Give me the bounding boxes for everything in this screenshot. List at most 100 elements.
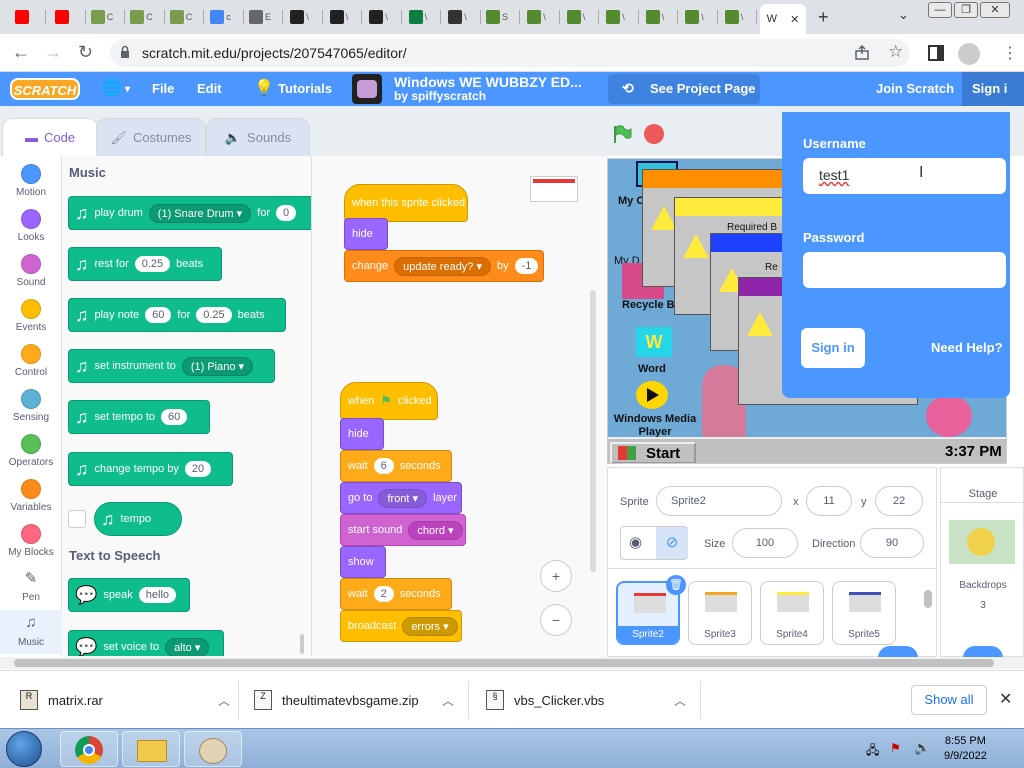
- tab-costumes[interactable]: 🖌 Costumes: [96, 118, 206, 156]
- zoom-out-button[interactable]: −: [540, 604, 572, 636]
- zoom-in-button[interactable]: +: [540, 560, 572, 592]
- broadcast-block[interactable]: broadcast errors ▾: [340, 610, 462, 642]
- category-motion[interactable]: Motion: [0, 164, 62, 198]
- browser-tab[interactable]: \: [445, 6, 471, 28]
- browser-tab[interactable]: E: [247, 6, 273, 28]
- voice-dropdown[interactable]: alto ▾: [165, 637, 210, 656]
- wait-block-2[interactable]: wait 2 seconds: [340, 578, 452, 610]
- show-block[interactable]: show: [340, 546, 386, 578]
- set-instrument-block[interactable]: ♫ set instrument to (1) Piano ▾: [68, 349, 275, 383]
- wait-input[interactable]: 2: [373, 586, 394, 602]
- sound-dropdown[interactable]: chord ▾: [408, 520, 463, 540]
- stop-button[interactable]: [644, 124, 664, 144]
- scratch-logo[interactable]: SCRATCH: [10, 78, 80, 100]
- author-avatar[interactable]: [352, 74, 382, 104]
- address-bar[interactable]: scratch.mit.edu/projects/207547065/edito…: [110, 39, 910, 67]
- category-events[interactable]: Events: [0, 299, 62, 333]
- browser-tab[interactable]: \: [405, 6, 431, 28]
- change-tempo-input[interactable]: 20: [184, 461, 212, 477]
- tempo-checkbox[interactable]: [68, 510, 86, 528]
- change-variable-block[interactable]: change update ready? ▾ by -1: [344, 250, 544, 282]
- green-flag-button[interactable]: [612, 124, 632, 144]
- layer-dropdown[interactable]: front ▾: [378, 488, 428, 508]
- menu-icon[interactable]: ⋮: [1002, 43, 1018, 63]
- browser-tab[interactable]: C: [129, 6, 155, 28]
- hide-block-2[interactable]: hide: [340, 418, 384, 450]
- set-tempo-block[interactable]: ♫ set tempo to 60: [68, 400, 210, 434]
- category-my-blocks[interactable]: My Blocks: [0, 524, 62, 558]
- browser-tab[interactable]: \: [682, 6, 708, 28]
- new-tab-button[interactable]: +: [818, 7, 829, 28]
- browser-tab[interactable]: \: [642, 6, 668, 28]
- tab-search-button[interactable]: ⌄: [898, 7, 909, 23]
- script-scrollbar[interactable]: [590, 290, 596, 572]
- beats-input[interactable]: 0: [276, 205, 297, 221]
- script-area[interactable]: when this sprite clicked hide change upd…: [312, 156, 610, 656]
- category-looks[interactable]: Looks: [0, 209, 62, 243]
- windows-start-button[interactable]: [6, 731, 42, 767]
- browser-tab[interactable]: C: [89, 6, 115, 28]
- browser-tab[interactable]: \: [603, 6, 629, 28]
- minimize-button[interactable]: —: [928, 2, 952, 18]
- tab-sounds[interactable]: 🔈 Sounds: [206, 118, 310, 156]
- flag-alert-icon[interactable]: ⚑: [890, 741, 901, 755]
- sprite-thumb-sprite4[interactable]: Sprite4: [760, 581, 824, 645]
- password-field[interactable]: [803, 252, 1006, 288]
- category-sound[interactable]: Sound: [0, 254, 62, 288]
- drum-dropdown[interactable]: (1) Snare Drum ▾: [148, 203, 252, 223]
- close-window-button[interactable]: ✕: [980, 2, 1010, 18]
- sprite-list-scrollbar[interactable]: [924, 590, 932, 608]
- tempo-input[interactable]: 60: [161, 409, 188, 425]
- wait-block[interactable]: wait 6 seconds: [340, 450, 452, 482]
- edit-menu[interactable]: Edit: [197, 81, 222, 96]
- browser-tab[interactable]: \: [287, 6, 313, 28]
- category-variables[interactable]: Variables: [0, 479, 62, 513]
- browser-tab[interactable]: [50, 6, 76, 28]
- download-item[interactable]: R matrix.rar ︿: [20, 671, 230, 729]
- rest-input[interactable]: 0.25: [134, 256, 171, 272]
- speak-input[interactable]: hello: [138, 587, 177, 603]
- note-input[interactable]: 60: [145, 307, 172, 323]
- tab-code[interactable]: ▬ Code: [2, 118, 98, 156]
- chevron-up-icon[interactable]: ︿: [442, 692, 454, 709]
- download-item[interactable]: § vbs_Clicker.vbs ︿: [486, 671, 686, 729]
- stage-selector-pane[interactable]: Stage Backdrops 3: [940, 467, 1024, 658]
- url-text[interactable]: scratch.mit.edu/projects/207547065/edito…: [142, 45, 407, 61]
- forward-button[interactable]: →: [44, 42, 62, 63]
- chevron-up-icon[interactable]: ︿: [218, 692, 230, 709]
- note-beats-input[interactable]: 0.25: [196, 307, 232, 323]
- play-drum-block[interactable]: ♫ play drum (1) Snare Drum ▾ for 0: [68, 196, 311, 230]
- see-project-page-button[interactable]: ⟲ See Project Page: [608, 74, 760, 104]
- maximize-button[interactable]: ❐: [954, 2, 978, 18]
- hide-eye-icon[interactable]: ⊘: [656, 527, 688, 559]
- browser-tab[interactable]: \: [326, 6, 352, 28]
- project-title[interactable]: Windows WE WUBBZY ED...: [394, 74, 582, 90]
- active-tab[interactable]: W ✕: [760, 4, 806, 34]
- profile-icon[interactable]: [958, 43, 980, 65]
- sprite-name-input[interactable]: Sprite2: [656, 486, 782, 516]
- start-sound-block[interactable]: start sound chord ▾: [340, 514, 466, 546]
- sprite-thumb-sprite5[interactable]: Sprite5: [832, 581, 896, 645]
- volume-icon[interactable]: 🔊: [914, 740, 930, 756]
- browser-tab[interactable]: \: [563, 6, 589, 28]
- network-icon[interactable]: 🖧: [866, 741, 879, 762]
- direction-input[interactable]: 90: [860, 528, 924, 558]
- variable-dropdown[interactable]: update ready? ▾: [394, 256, 492, 276]
- taskbar-chrome[interactable]: [60, 731, 118, 767]
- wait-input[interactable]: 6: [373, 458, 394, 474]
- close-downloads-icon[interactable]: ✕: [999, 689, 1012, 709]
- change-by-input[interactable]: -1: [514, 258, 539, 274]
- category-pen[interactable]: ✎ Pen: [0, 569, 62, 603]
- system-clock[interactable]: 8:55 PM 9/9/2022: [944, 734, 987, 764]
- taskbar-paint[interactable]: [184, 731, 242, 767]
- delete-sprite-icon[interactable]: 🗑: [666, 575, 686, 595]
- set-voice-block[interactable]: 💬 set voice to alto ▾: [68, 630, 224, 656]
- back-button[interactable]: ←: [12, 42, 30, 63]
- browser-tab[interactable]: \: [524, 6, 550, 28]
- change-tempo-block[interactable]: ♫ change tempo by 20: [68, 452, 233, 486]
- category-sensing[interactable]: Sensing: [0, 389, 62, 423]
- star-icon[interactable]: ☆: [888, 42, 903, 62]
- size-input[interactable]: 100: [732, 528, 798, 558]
- sprite-thumb-sprite3[interactable]: Sprite3: [688, 581, 752, 645]
- when-sprite-clicked-block[interactable]: when this sprite clicked: [344, 184, 468, 222]
